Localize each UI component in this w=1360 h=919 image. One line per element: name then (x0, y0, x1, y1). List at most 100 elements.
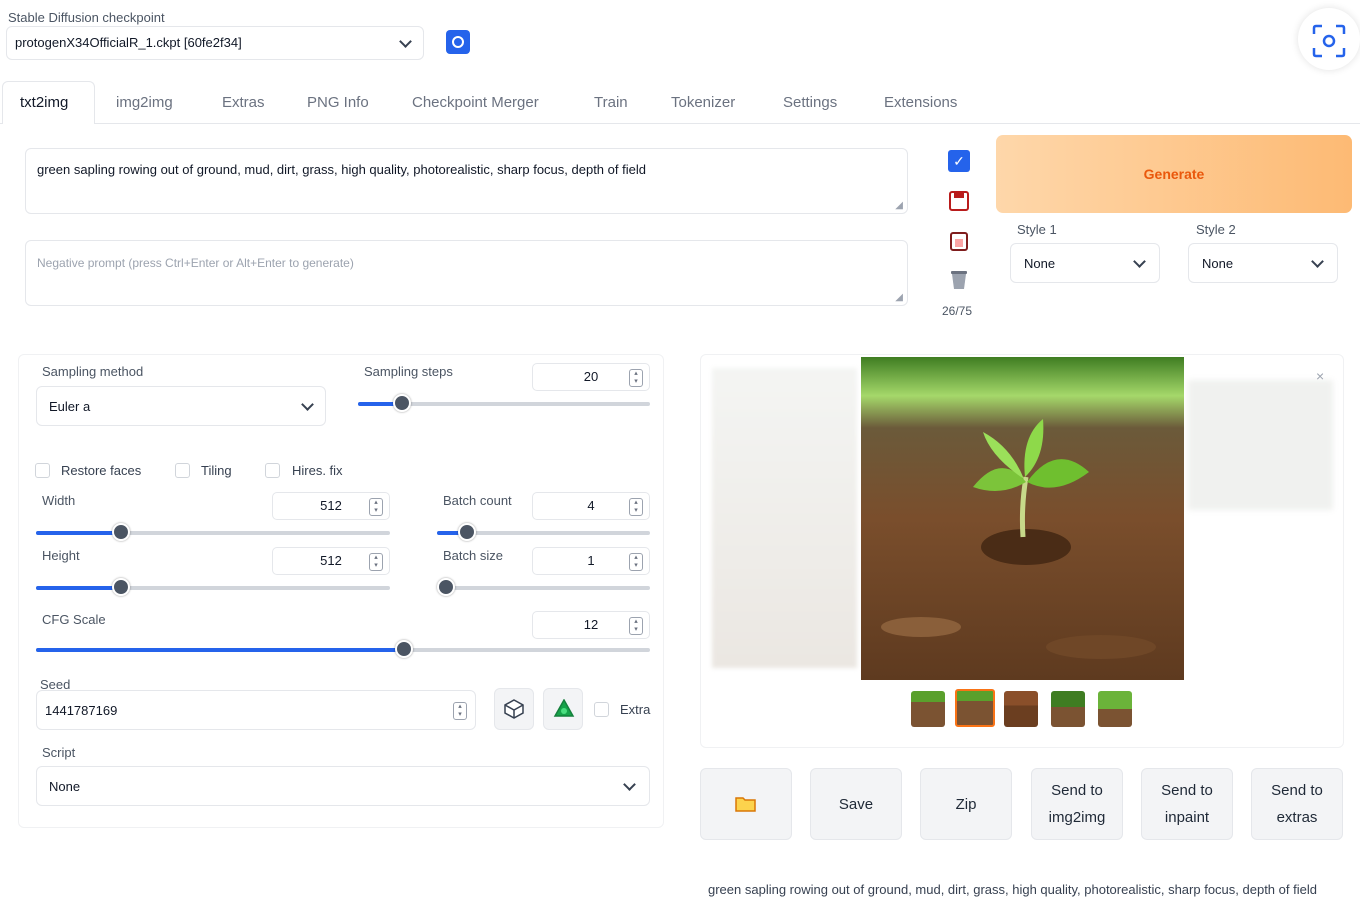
tab-png-info[interactable]: PNG Info (307, 94, 369, 111)
width-value: 512 (320, 498, 342, 513)
width-slider[interactable] (36, 523, 390, 541)
generate-button[interactable]: Generate (996, 135, 1352, 213)
thumbnail-4[interactable] (1051, 691, 1085, 727)
batch-size-value: 1 (587, 553, 595, 568)
spinner-icon[interactable]: ▴ ▾ (369, 553, 383, 571)
recycle-icon (553, 699, 575, 717)
script-value: None (49, 779, 81, 794)
spinner-icon[interactable]: ▴ ▾ (629, 369, 643, 387)
width-input[interactable]: 512 ▴ ▾ (272, 492, 390, 520)
tab-txt2img[interactable]: txt2img (20, 94, 68, 111)
slider-fill (36, 531, 121, 535)
blurred-preview-left (712, 368, 857, 668)
output-caption: green sapling rowing out of ground, mud,… (708, 882, 1317, 897)
tab-tokenizer[interactable]: Tokenizer (671, 94, 735, 111)
prompt-textarea[interactable]: green sapling rowing out of ground, mud,… (25, 148, 908, 214)
tiling-checkbox[interactable] (175, 463, 190, 478)
batch-size-input[interactable]: 1 ▴ ▾ (532, 547, 650, 575)
blurred-preview-right (1188, 380, 1333, 510)
sampling-steps-input[interactable]: 20 ▴ ▾ (532, 363, 650, 391)
style2-label: Style 2 (1196, 222, 1236, 237)
batch-size-slider[interactable] (437, 578, 650, 596)
spinner-icon[interactable]: ▴ ▾ (629, 553, 643, 571)
height-input[interactable]: 512 ▴ ▾ (272, 547, 390, 575)
reuse-seed-button[interactable] (543, 688, 583, 730)
thumbnail-5[interactable] (1098, 691, 1132, 727)
style1-select[interactable]: None (1010, 243, 1160, 283)
cfg-scale-input[interactable]: 12 ▴ ▾ (532, 611, 650, 639)
tab-img2img[interactable]: img2img (116, 94, 173, 111)
hires-fix-checkbox[interactable] (265, 463, 280, 478)
batch-count-value: 4 (587, 498, 595, 513)
checkpoint-select[interactable]: protogenX34OfficialR_1.ckpt [60fe2f34] (6, 26, 424, 60)
sampling-steps-slider[interactable] (358, 394, 650, 412)
slider-knob[interactable] (111, 578, 130, 596)
dice-icon (504, 699, 524, 719)
send-to-inpaint-button[interactable]: Send to inpaint (1141, 768, 1233, 840)
refresh-icon (452, 36, 464, 48)
resize-handle-icon[interactable]: ◢ (895, 292, 903, 303)
height-slider[interactable] (36, 578, 390, 596)
cfg-scale-slider[interactable] (36, 640, 650, 658)
style2-value: None (1202, 256, 1234, 271)
tab-divider (0, 123, 1360, 124)
batch-count-label: Batch count (443, 493, 512, 508)
sampling-steps-label: Sampling steps (364, 364, 453, 379)
slider-knob[interactable] (111, 523, 130, 541)
negative-prompt-placeholder: Negative prompt (press Ctrl+Enter or Alt… (37, 256, 354, 270)
script-select[interactable]: None (36, 766, 650, 806)
restore-faces-checkbox[interactable] (35, 463, 50, 478)
spinner-icon[interactable]: ▴ ▾ (369, 498, 383, 516)
slider-knob[interactable] (392, 394, 411, 412)
extra-label: Extra (620, 702, 651, 717)
slider-knob[interactable] (437, 578, 455, 596)
tab-checkpoint-merger[interactable]: Checkpoint Merger (412, 94, 539, 111)
open-folder-button[interactable] (700, 768, 792, 840)
negative-prompt-textarea[interactable]: Negative prompt (press Ctrl+Enter or Alt… (25, 240, 908, 306)
resize-handle-icon[interactable]: ◢ (895, 200, 903, 211)
batch-count-input[interactable]: 4 ▴ ▾ (532, 492, 650, 520)
trash-icon[interactable] (948, 269, 970, 291)
chevron-down-icon (399, 35, 412, 48)
tab-extras[interactable]: Extras (222, 94, 265, 111)
checkpoint-value: protogenX34OfficialR_1.ckpt [60fe2f34] (15, 35, 242, 50)
send-to-img2img-button[interactable]: Send to img2img (1031, 768, 1123, 840)
script-label: Script (42, 745, 76, 760)
checkmark-icon[interactable]: ✓ (948, 150, 970, 172)
extra-checkbox[interactable] (594, 702, 609, 717)
thumbnail-2[interactable] (955, 689, 995, 727)
refresh-button[interactable] (446, 30, 470, 54)
spinner-icon[interactable]: ▴ ▾ (453, 702, 467, 720)
generated-image[interactable] (861, 357, 1184, 680)
save-button[interactable]: Save (810, 768, 902, 840)
token-counter: 26/75 (942, 304, 973, 318)
tab-settings[interactable]: Settings (783, 94, 837, 111)
save-style-icon[interactable] (948, 190, 970, 212)
zip-button[interactable]: Zip (920, 768, 1012, 840)
thumbnail-1[interactable] (911, 691, 945, 727)
tab-extensions[interactable]: Extensions (884, 94, 957, 111)
sampling-method-select[interactable]: Euler a (36, 386, 326, 426)
slider-knob[interactable] (457, 523, 476, 541)
generate-label: Generate (1143, 166, 1205, 182)
slider-fill (36, 648, 405, 652)
prompt-text: green sapling rowing out of ground, mud,… (37, 162, 646, 177)
batch-count-slider[interactable] (437, 523, 650, 541)
seed-input[interactable]: 1441787169 ▴ ▾ (36, 690, 476, 730)
tab-train[interactable]: Train (594, 94, 628, 111)
camera-scan-icon (1312, 24, 1346, 58)
style2-select[interactable]: None (1188, 243, 1338, 283)
spinner-icon[interactable]: ▴ ▾ (629, 617, 643, 635)
spinner-icon[interactable]: ▴ ▾ (629, 498, 643, 516)
chevron-down-icon (301, 398, 314, 411)
seed-value: 1441787169 (45, 703, 118, 718)
random-seed-button[interactable] (494, 688, 534, 730)
clipboard-icon[interactable] (948, 230, 970, 252)
height-value: 512 (320, 553, 342, 568)
screenshot-button[interactable] (1298, 8, 1360, 70)
cfg-scale-label: CFG Scale (42, 612, 106, 627)
sampling-method-value: Euler a (49, 399, 91, 414)
close-icon[interactable]: × (1316, 368, 1324, 384)
send-to-extras-button[interactable]: Send to extras (1251, 768, 1343, 840)
thumbnail-3[interactable] (1004, 691, 1038, 727)
